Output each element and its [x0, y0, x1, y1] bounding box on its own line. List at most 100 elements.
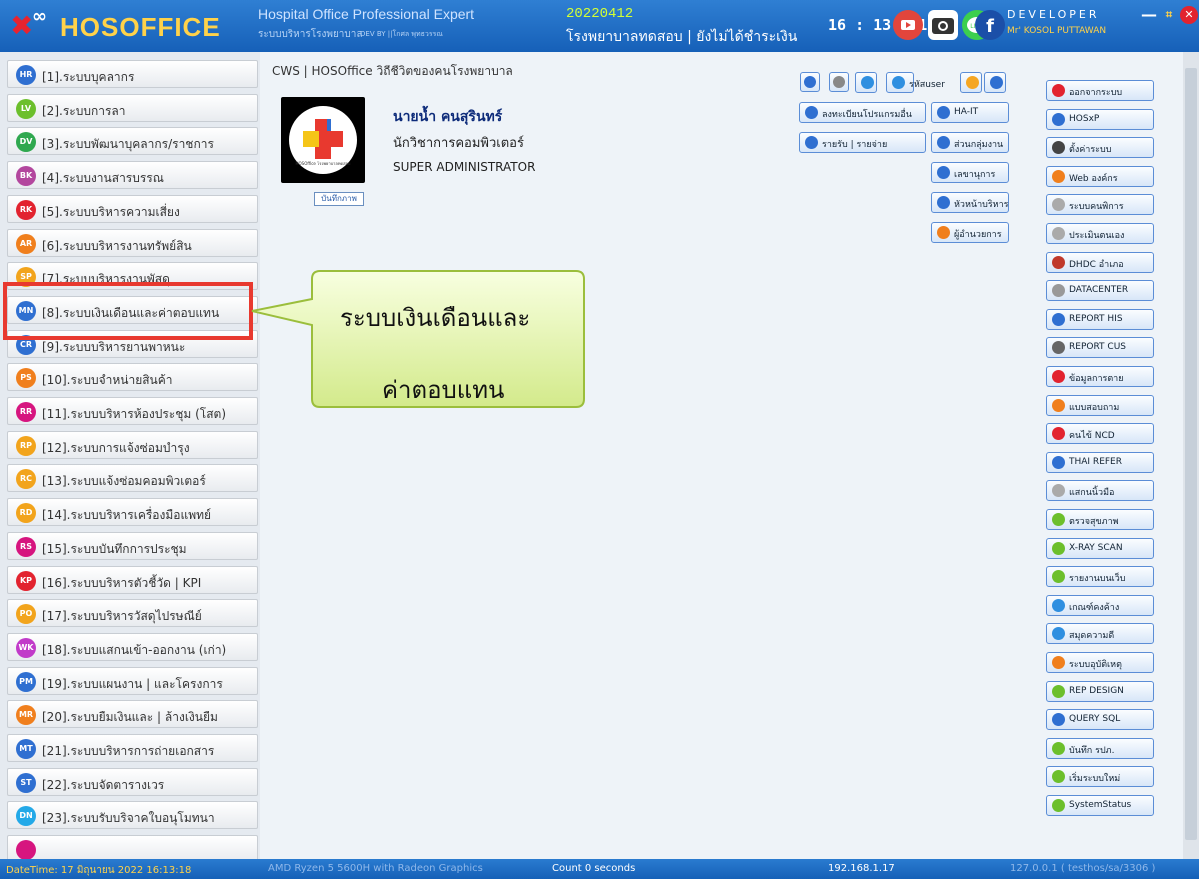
sidebar-badge-icon: AR [16, 233, 36, 254]
action-button[interactable] [855, 72, 877, 93]
sidebar-badge-icon: RR [16, 402, 36, 422]
action-button[interactable]: ส่วนกลุ่มงาน [931, 132, 1009, 153]
logo-text: HOSOFFICE [60, 12, 221, 42]
right-menu-button[interactable]: DHDC อำเภอ [1046, 251, 1154, 273]
sidebar-item-label: [16].ระบบบริหารตัวชี้วัด | KPI [42, 575, 202, 590]
sidebar-item-label: [1].ระบบบุคลากร [42, 70, 135, 84]
right-menu-label: Web องค์กร [1069, 173, 1118, 184]
sidebar-item[interactable]: RS [15].ระบบบันทึกการประชุม [7, 531, 258, 560]
right-menu-label: ระบบคนพิการ [1069, 202, 1124, 213]
action-button[interactable]: หัวหน้าบริหาร [931, 192, 1009, 213]
user-icon [833, 76, 845, 88]
right-menu-button[interactable]: สมุดความดี [1046, 623, 1154, 645]
sidebar-item[interactable]: MR [20].ระบบยืมเงินและ | ล้างเงินยืม [7, 700, 258, 729]
refresh-icon [892, 76, 905, 89]
right-menu-button[interactable]: ข้อมูลการตาย [1046, 366, 1154, 387]
right-menu-button[interactable]: รายงานบนเว็บ [1046, 566, 1154, 588]
sidebar-item-label: [4].ระบบงานสารบรรณ [42, 171, 164, 186]
right-menu-button[interactable]: แสกนนิ้วมือ [1046, 480, 1154, 502]
right-menu-button[interactable]: ตรวจสุขภาพ [1046, 509, 1154, 530]
sidebar-item[interactable]: BK [4].ระบบงานสารบรรณ [7, 161, 258, 190]
scrollbar-thumb[interactable] [1185, 68, 1197, 840]
right-menu-button[interactable]: ระบบอุบัติเหตุ [1046, 652, 1154, 673]
sidebar-item[interactable]: RP [12].ระบบการแจ้งซ่อมบำรุง [7, 430, 258, 459]
sidebar-item[interactable]: PS [10].ระบบจำหน่ายสินค้า [7, 363, 258, 392]
right-menu-button[interactable]: X-RAY SCAN [1046, 537, 1154, 559]
right-menu-button[interactable]: THAI REFER [1046, 451, 1154, 473]
sidebar-item-label: [21].ระบบบริหารการถ่ายเอกสาร [42, 744, 215, 758]
action-button[interactable]: รหัสuser [886, 72, 945, 93]
lock-icon [1052, 627, 1065, 641]
close-icon[interactable]: ✕ [1180, 6, 1198, 24]
sidebar-item[interactable]: RD [14].ระบบบริหารเครื่องมือแพทย์ [7, 498, 258, 527]
sidebar-item[interactable]: KP [16].ระบบบริหารตัวชี้วัด | KPI [7, 565, 258, 594]
sidebar-badge-icon: RS [16, 536, 36, 557]
right-menu-button[interactable]: REP DESIGN [1046, 680, 1154, 702]
right-menu-button[interactable]: ตั้งค่าระบบ [1046, 137, 1154, 159]
right-menu-button[interactable]: ระบบคนพิการ [1046, 194, 1154, 216]
right-menu-button[interactable]: Web องค์กร [1046, 165, 1154, 187]
right-menu-button[interactable]: ออกจากระบบ [1046, 80, 1154, 101]
sidebar-item[interactable]: LV [2].ระบบการลา [7, 93, 258, 122]
right-menu-button[interactable]: HOSxP [1046, 108, 1154, 130]
right-menu-button[interactable]: SystemStatus [1046, 795, 1154, 816]
sidebar-item-label: [2].ระบบการลา [42, 103, 126, 118]
right-menu-label: บันทึก รปภ. [1069, 745, 1115, 756]
document-icon [1052, 513, 1065, 526]
right-menu-button[interactable]: REPORT CUS [1046, 337, 1154, 359]
hosxp-icon [1052, 112, 1065, 126]
svg-text:f: f [986, 16, 994, 37]
minimize-icon[interactable]: — [1140, 6, 1158, 24]
right-menu-button[interactable]: บันทึก รปภ. [1046, 737, 1154, 759]
right-menu-button[interactable]: เริ่มระบบใหม่ [1046, 766, 1154, 788]
action-button[interactable]: HA-IT [931, 102, 1009, 123]
sidebar-item[interactable]: RR [11].ระบบบริหารห้องประชุม (โสต) [7, 397, 258, 425]
action-button[interactable]: ผู้อำนวยการ [931, 222, 1009, 243]
right-menu-label: HOSxP [1069, 113, 1100, 124]
report-icon [1052, 713, 1065, 727]
maximize-icon[interactable]: ⌗ [1160, 6, 1178, 24]
save-photo-button[interactable]: บันทึกภาพ [314, 192, 364, 206]
sidebar-item[interactable]: RC [13].ระบบแจ้งซ่อมคอมพิวเตอร์ [7, 464, 258, 493]
sidebar-item[interactable]: HR [1].ระบบบุคลากร [7, 60, 258, 88]
status-cpu: AMD Ryzen 5 5600H with Radeon Graphics [268, 863, 483, 874]
status-db: 127.0.0.1 ( testhos/sa/3306 ) [1010, 863, 1156, 874]
action-button[interactable] [984, 72, 1006, 93]
sidebar-item[interactable]: PO [17].ระบบบริหารวัสดุไปรษณีย์ [7, 599, 258, 628]
sidebar-item[interactable]: DV [3].ระบบพัฒนาบุคลากร/ราชการ [7, 127, 258, 156]
sidebar-item-label: [22].ระบบจัดตารางเวร [42, 777, 165, 792]
right-menu-button[interactable]: เกณฑ์คงค้าง [1046, 594, 1154, 616]
play-icon [1052, 799, 1065, 812]
right-menu-button[interactable]: REPORT HIS [1046, 308, 1154, 330]
sidebar-item[interactable]: MT [21].ระบบบริหารการถ่ายเอกสาร [7, 734, 258, 762]
sidebar-item-label: [6].ระบบบริหารงานทรัพย์สิน [42, 238, 192, 253]
right-menu-button[interactable]: DATACENTER [1046, 280, 1154, 302]
sidebar-item[interactable]: AR [6].ระบบบริหารงานทรัพย์สิน [7, 228, 258, 257]
sidebar-item-label: [11].ระบบบริหารห้องประชุม (โสต) [42, 407, 227, 421]
profile-role: SUPER ADMINISTRATOR [393, 160, 536, 174]
sidebar-item-label: [19].ระบบแผนงาน | และโครงการ [42, 676, 223, 691]
right-menu-button[interactable]: QUERY SQL [1046, 709, 1154, 731]
action-button[interactable]: เลขานุการ [931, 162, 1009, 183]
sidebar-item[interactable]: WK [18].ระบบแสกนเข้า-ออกงาน (เก่า) [7, 632, 258, 661]
facebook-icon[interactable]: f [975, 10, 1005, 40]
sidebar-item-label: [10].ระบบจำหน่ายสินค้า [42, 373, 173, 388]
action-button[interactable]: ลงทะเบียนโปรแกรมอื่น [799, 102, 926, 123]
sidebar-item[interactable]: PM [19].ระบบแผนงาน | และโครงการ [7, 666, 258, 695]
sidebar-item[interactable]: ST [22].ระบบจัดตารางเวร [7, 767, 258, 796]
sidebar-item[interactable]: RK [5].ระบบบริหารความเสี่ยง [7, 194, 258, 223]
right-menu-button[interactable]: ประเมินตนเอง [1046, 223, 1154, 244]
sidebar-item-label: [13].ระบบแจ้งซ่อมคอมพิวเตอร์ [42, 474, 206, 489]
action-button-label: หัวหน้าบริหาร [954, 200, 1009, 210]
action-button[interactable] [960, 72, 982, 93]
right-menu-button[interactable]: แบบสอบถาม [1046, 394, 1154, 416]
youtube-icon[interactable] [893, 10, 923, 40]
action-button[interactable]: รายรับ | รายจ่าย [799, 132, 926, 153]
sidebar-item[interactable]: DN [23].ระบบรับบริจาคใบอนุโมทนา [7, 801, 258, 830]
camera-icon[interactable] [928, 10, 958, 40]
toolbar-transfer-button[interactable] [800, 72, 820, 92]
toolbar-user-button[interactable] [829, 72, 849, 92]
play-icon [1052, 741, 1065, 755]
action-button-label: ผู้อำนวยการ [954, 230, 1002, 240]
right-menu-button[interactable]: คนไข้ NCD [1046, 423, 1154, 445]
